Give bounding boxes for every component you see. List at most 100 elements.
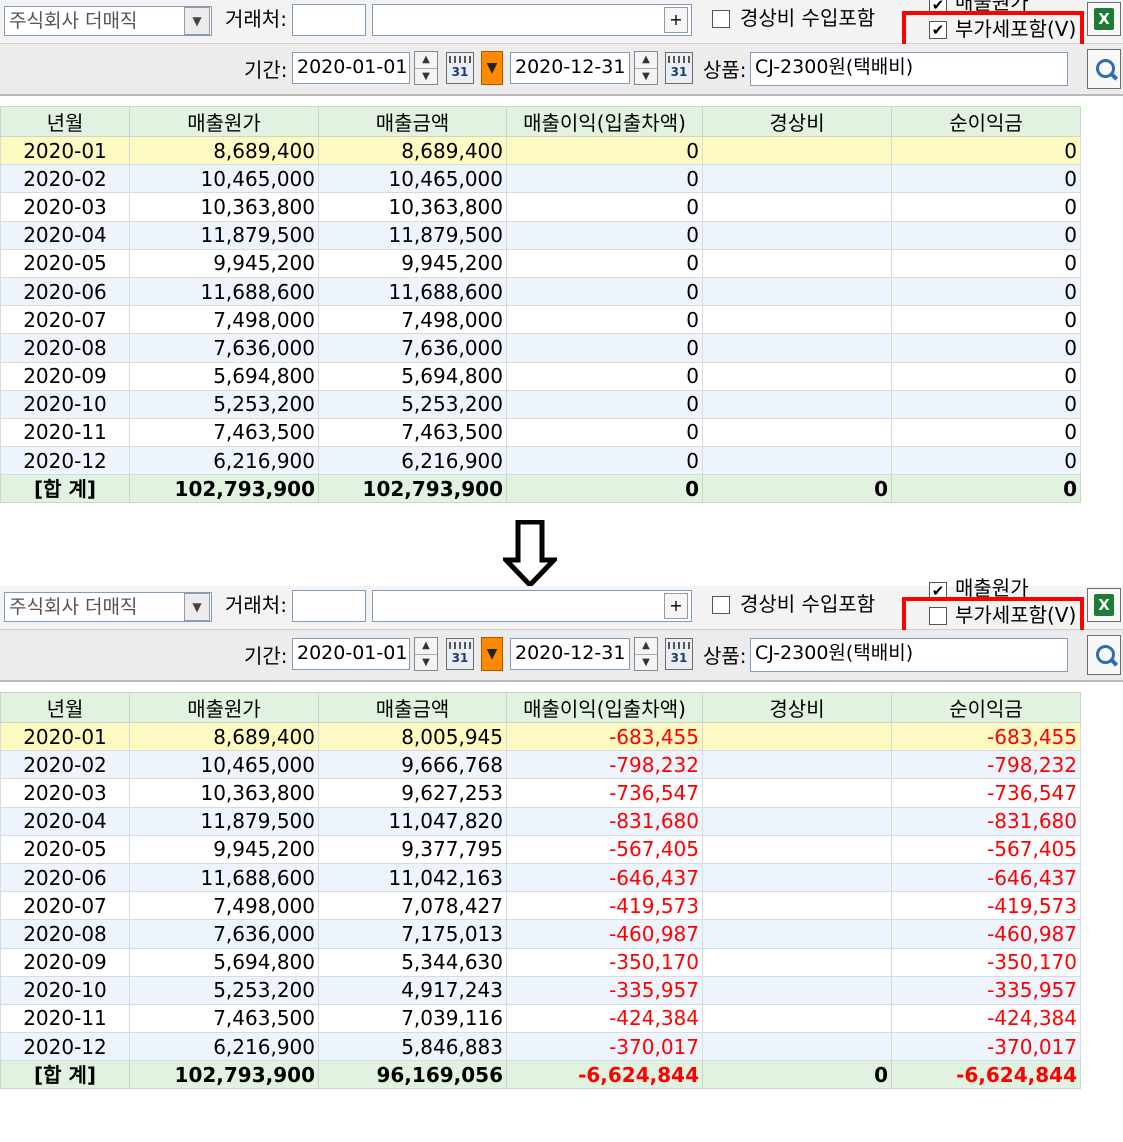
- table-row[interactable]: 2020-03 10,363,800 9,627,253 -736,547 -736,5…: [0, 778, 1081, 808]
- table-cell: [702, 220, 892, 250]
- spin-up-icon[interactable]: ▲: [415, 52, 437, 68]
- company-select[interactable]: 주식회사 더매직: [4, 6, 212, 36]
- table-row[interactable]: 2020-05 9,945,200 9,377,795 -567,405 -567,40…: [0, 834, 1081, 864]
- table-cell: 10,363,800: [129, 778, 319, 808]
- client-name-input[interactable]: [372, 590, 692, 622]
- table-row[interactable]: 2020-06 11,688,600 11,688,600 0 0: [0, 276, 1081, 307]
- chevron-down-icon[interactable]: ▼: [184, 7, 210, 35]
- excel-export-icon[interactable]: [1087, 588, 1121, 622]
- search-icon[interactable]: [1087, 49, 1121, 89]
- spin-down-icon[interactable]: ▼: [635, 68, 657, 84]
- table-row[interactable]: 2020-01 8,689,400 8,689,400 0 0: [0, 135, 1081, 166]
- client-code-input[interactable]: [292, 4, 366, 36]
- product-label: 상품:: [703, 58, 747, 82]
- table-cell: [702, 192, 892, 222]
- table-cell: 102,793,900: [129, 474, 319, 504]
- search-icon[interactable]: [1087, 635, 1121, 675]
- date-to-calendar-icon[interactable]: 31: [665, 52, 693, 84]
- table-cell: -424,384: [891, 1003, 1081, 1034]
- table-row[interactable]: 2020-01 8,689,400 8,005,945 -683,455 -683,45…: [0, 721, 1081, 752]
- column-header[interactable]: 경상비: [702, 692, 892, 723]
- product-input[interactable]: CJ-2300원(택배비): [750, 52, 1068, 86]
- company-select-value: 주식회사 더매직: [9, 596, 138, 618]
- expense-include-checkbox[interactable]: [712, 596, 730, 614]
- column-header[interactable]: 매출금액: [318, 106, 507, 137]
- date-to-spinner[interactable]: ▲ ▼: [634, 51, 658, 85]
- table-row[interactable]: 2020-12 6,216,900 6,216,900 0 0: [0, 446, 1081, 476]
- table-row[interactable]: 2020-09 5,694,800 5,694,800 0 0: [0, 361, 1081, 391]
- table-cell: 10,465,000: [129, 164, 319, 194]
- table-cell: 7,636,000: [129, 919, 319, 949]
- table-row[interactable]: 2020-04 11,879,500 11,047,820 -831,680 -831,…: [0, 806, 1081, 836]
- spin-down-icon[interactable]: ▼: [635, 654, 657, 670]
- table-row[interactable]: 2020-02 10,465,000 9,666,768 -798,232 -798,2…: [0, 750, 1081, 780]
- column-header[interactable]: 매출이익(입출차액): [506, 106, 703, 137]
- date-from-input[interactable]: 2020-01-01: [292, 52, 410, 84]
- table-cell: 10,465,000: [318, 164, 507, 194]
- table-cell: -831,680: [506, 806, 703, 836]
- table-cell: 5,846,883: [318, 1032, 507, 1062]
- table-cell: -419,573: [506, 891, 703, 921]
- date-from-spinner[interactable]: ▲ ▼: [414, 637, 438, 671]
- table-row[interactable]: 2020-06 11,688,600 11,042,163 -646,437 -646,…: [0, 862, 1081, 893]
- table-cell: 0: [891, 220, 1081, 250]
- column-header[interactable]: 매출금액: [318, 692, 507, 723]
- table-row[interactable]: 2020-07 7,498,000 7,078,427 -419,573 -419,57…: [0, 891, 1081, 921]
- table-cell: 7,636,000: [129, 333, 319, 363]
- table-row[interactable]: 2020-09 5,694,800 5,344,630 -350,170 -350,17…: [0, 947, 1081, 977]
- excel-export-icon[interactable]: [1087, 2, 1121, 36]
- spin-down-icon[interactable]: ▼: [415, 68, 437, 84]
- column-header[interactable]: 경상비: [702, 106, 892, 137]
- client-name-input[interactable]: [372, 4, 692, 36]
- table-row[interactable]: 2020-10 5,253,200 5,253,200 0 0: [0, 389, 1081, 419]
- period-preset-icon[interactable]: ▼: [481, 637, 503, 671]
- table-row[interactable]: 2020-10 5,253,200 4,917,243 -335,957 -335,95…: [0, 975, 1081, 1005]
- table-cell: 11,879,500: [129, 806, 319, 836]
- column-header[interactable]: 매출원가: [129, 692, 319, 723]
- table-row[interactable]: 2020-03 10,363,800 10,363,800 0 0: [0, 192, 1081, 222]
- table-cell: [702, 276, 892, 307]
- client-label: 거래처:: [225, 7, 287, 31]
- spin-down-icon[interactable]: ▼: [415, 654, 437, 670]
- column-header[interactable]: 순이익금: [891, 106, 1081, 137]
- table-row[interactable]: 2020-08 7,636,000 7,175,013 -460,987 -460,98…: [0, 919, 1081, 949]
- date-from-spinner[interactable]: ▲ ▼: [414, 51, 438, 85]
- spin-up-icon[interactable]: ▲: [635, 52, 657, 68]
- table-cell: 0: [506, 389, 703, 419]
- total-row[interactable]: [합 계] 102,793,900 96,169,056 -6,624,844 0 -6,…: [0, 1060, 1081, 1090]
- table-row[interactable]: 2020-04 11,879,500 11,879,500 0 0: [0, 220, 1081, 250]
- date-from-calendar-icon[interactable]: 31: [446, 638, 474, 670]
- column-header[interactable]: 년월: [0, 692, 130, 723]
- spin-up-icon[interactable]: ▲: [635, 638, 657, 654]
- period-preset-icon[interactable]: ▼: [481, 51, 503, 85]
- company-select[interactable]: 주식회사 더매직: [4, 592, 212, 622]
- column-header[interactable]: 순이익금: [891, 692, 1081, 723]
- spin-up-icon[interactable]: ▲: [415, 638, 437, 654]
- date-from-input[interactable]: 2020-01-01: [292, 638, 410, 670]
- table-row[interactable]: 2020-11 7,463,500 7,039,116 -424,384 -424,38…: [0, 1003, 1081, 1034]
- toolbar-row-1: 주식회사 더매직 ▼ 거래처: + 경상비 수입포함 ✔ 매출원가 ✔ 부가세포…: [0, 0, 1123, 57]
- table-row[interactable]: 2020-07 7,498,000 7,498,000 0 0: [0, 305, 1081, 335]
- column-header[interactable]: 매출원가: [129, 106, 319, 137]
- date-from-calendar-icon[interactable]: 31: [446, 52, 474, 84]
- table-row[interactable]: 2020-11 7,463,500 7,463,500 0 0: [0, 417, 1081, 448]
- chevron-down-icon[interactable]: ▼: [184, 593, 210, 621]
- client-code-input[interactable]: [292, 590, 366, 622]
- table-row[interactable]: 2020-05 9,945,200 9,945,200 0 0: [0, 248, 1081, 278]
- client-add-button[interactable]: +: [664, 7, 688, 33]
- total-row[interactable]: [합 계] 102,793,900 102,793,900 0 0 0: [0, 474, 1081, 504]
- table-cell: 102,793,900: [129, 1060, 319, 1090]
- column-header[interactable]: 매출이익(입출차액): [506, 692, 703, 723]
- expense-include-checkbox[interactable]: [712, 10, 730, 28]
- table-row[interactable]: 2020-08 7,636,000 7,636,000 0 0: [0, 333, 1081, 363]
- column-header[interactable]: 년월: [0, 106, 130, 137]
- product-input[interactable]: CJ-2300원(택배비): [750, 638, 1068, 672]
- table-row[interactable]: 2020-02 10,465,000 10,465,000 0 0: [0, 164, 1081, 194]
- toolbar-row-2: 기간: 2020-01-01 ▲ ▼ 31 ▼ 2020-12-31 ▲ ▼ 31 …: [0, 44, 1123, 96]
- table-row[interactable]: 2020-12 6,216,900 5,846,883 -370,017 -370,01…: [0, 1032, 1081, 1062]
- date-to-calendar-icon[interactable]: 31: [665, 638, 693, 670]
- date-to-spinner[interactable]: ▲ ▼: [634, 637, 658, 671]
- client-add-button[interactable]: +: [664, 593, 688, 619]
- date-to-input[interactable]: 2020-12-31: [510, 638, 630, 670]
- date-to-input[interactable]: 2020-12-31: [510, 52, 630, 84]
